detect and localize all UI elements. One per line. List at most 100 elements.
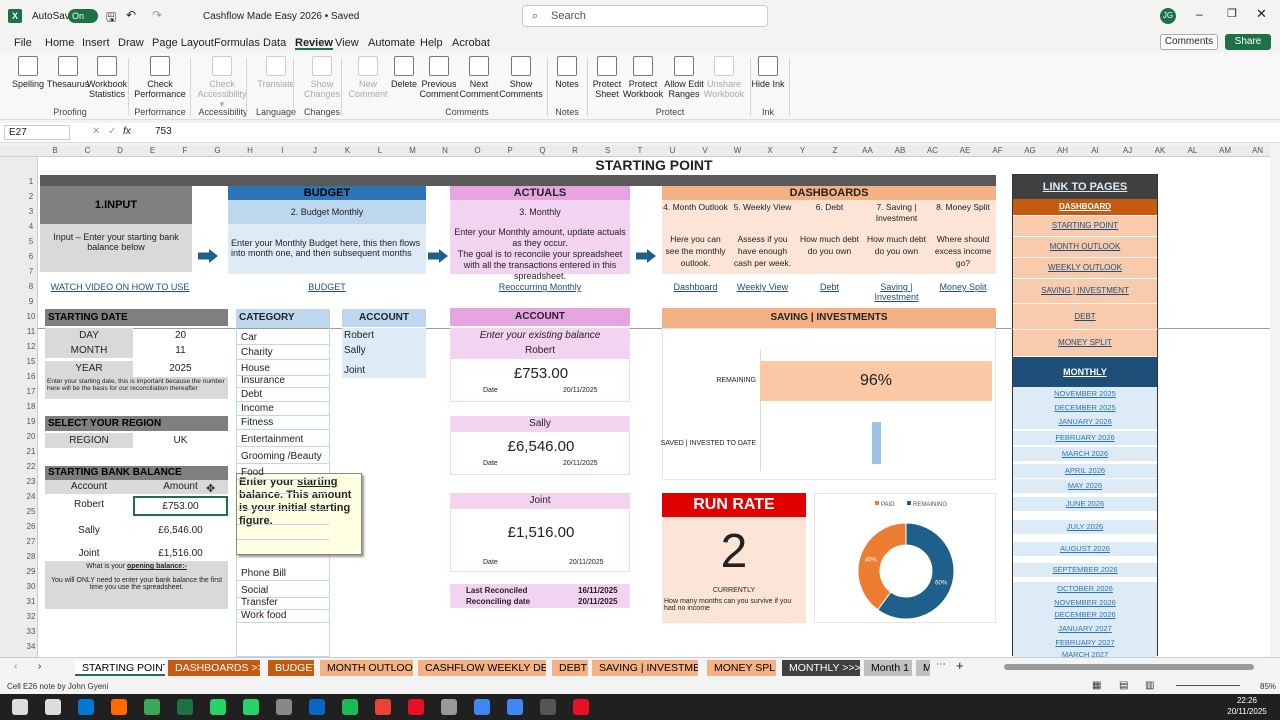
month-link[interactable]: NOVEMBER 2025 [1013, 387, 1157, 401]
tab-month-outlook[interactable]: MONTH OUTLOOK [320, 660, 413, 676]
taskbar-app-icon[interactable] [78, 699, 94, 715]
year-value[interactable]: 2025 [133, 361, 228, 377]
row-header[interactable]: 12 [24, 342, 38, 351]
taskbar-app-icon[interactable] [177, 699, 193, 715]
ribbon-show-comments-button[interactable]: Show Comments [495, 56, 547, 99]
taskbar-app-icon[interactable] [111, 699, 127, 715]
column-header[interactable]: U [658, 146, 688, 155]
day-value[interactable]: 20 [133, 328, 228, 343]
taskbar-app-icon[interactable] [276, 699, 292, 715]
restore-icon[interactable]: ❐ [1227, 7, 1237, 20]
menu-view[interactable]: View [335, 36, 359, 50]
bank-amount[interactable]: £753.00 [133, 496, 228, 516]
row-header[interactable]: 30 [24, 582, 38, 591]
column-header[interactable]: AI [1080, 146, 1110, 155]
month-link[interactable]: MARCH 2027 [1013, 648, 1157, 657]
account-list-item[interactable]: Sally [342, 343, 426, 358]
row-header[interactable]: 11 [24, 327, 38, 336]
column-header[interactable]: Q [528, 146, 558, 155]
row-header[interactable]: 1 [24, 177, 38, 186]
row-header[interactable]: 8 [24, 282, 38, 291]
row-header[interactable]: 33 [24, 627, 38, 636]
tab-money-split[interactable]: MONEY SPLIT [707, 660, 776, 676]
month-link[interactable]: FEBRUARY 2026 [1013, 431, 1157, 445]
dashboard-link[interactable]: Debt [796, 282, 863, 292]
row-header[interactable]: 31 [24, 597, 38, 606]
tab-prev-icon[interactable]: ‹ [14, 661, 17, 672]
document-title[interactable]: Cashflow Made Easy 2026 • Saved [203, 11, 359, 22]
month-value[interactable]: 11 [133, 343, 228, 358]
row-header[interactable]: 23 [24, 477, 38, 486]
category-item[interactable]: Fitness [237, 415, 329, 430]
column-header[interactable]: L [365, 146, 395, 155]
link-saving-investment[interactable]: SAVING | INVESTMENT [1013, 279, 1157, 303]
row-header[interactable]: 18 [24, 402, 38, 411]
row-header[interactable]: 22 [24, 462, 38, 471]
tab-debt[interactable]: DEBT [552, 660, 588, 676]
function-icon[interactable]: fx [123, 126, 131, 137]
category-item[interactable]: Car [237, 330, 329, 345]
row-header[interactable]: 25 [24, 507, 38, 516]
row-header[interactable]: 24 [24, 492, 38, 501]
worksheet[interactable]: STARTING POINT 1.INPUT Input – Enter you… [38, 157, 1270, 657]
column-header[interactable]: X [755, 146, 785, 155]
reoccurring-link[interactable]: Reoccurring Monthly [450, 282, 630, 292]
row-header[interactable]: 19 [24, 417, 38, 426]
column-header[interactable]: C [73, 146, 103, 155]
column-header[interactable]: Y [788, 146, 818, 155]
row-header[interactable]: 3 [24, 207, 38, 216]
ribbon-translate-button[interactable]: Translate [250, 56, 302, 89]
column-header[interactable]: AC [918, 146, 948, 155]
row-header[interactable]: 2 [24, 192, 38, 201]
ribbon-workbook-statistics-button[interactable]: Workbook Statistics [81, 56, 133, 99]
tab-cashflow-weekly-detail[interactable]: CASHFLOW WEEKLY DETAIL [418, 660, 546, 676]
column-header[interactable]: AG [1015, 146, 1045, 155]
link-money-split[interactable]: MONEY SPLIT [1013, 330, 1157, 356]
taskbar-app-icon[interactable] [342, 699, 358, 715]
column-header[interactable]: AB [885, 146, 915, 155]
column-header[interactable]: I [268, 146, 298, 155]
taskbar-app-icon[interactable] [408, 699, 424, 715]
link-dashboard[interactable]: DASHBOARD [1013, 199, 1157, 215]
category-item[interactable]: Grooming /Beauty [237, 449, 329, 464]
column-header[interactable]: AF [983, 146, 1013, 155]
month-link[interactable]: SEPTEMBER 2026 [1013, 563, 1157, 577]
column-header[interactable]: D [105, 146, 135, 155]
zoom-slider[interactable] [1176, 685, 1240, 686]
category-item[interactable] [237, 495, 329, 510]
undo-icon[interactable]: ↶ [126, 8, 136, 22]
row-header[interactable]: 10 [24, 312, 38, 321]
month-link[interactable]: OCTOBER 2026 [1013, 582, 1157, 596]
menu-page-layout[interactable]: Page Layout [152, 36, 214, 50]
row-header[interactable]: 6 [24, 252, 38, 261]
page-layout-icon[interactable]: ▤ [1119, 680, 1128, 691]
row-header[interactable]: 26 [24, 522, 38, 531]
row-header[interactable]: 17 [24, 387, 38, 396]
column-header[interactable]: G [203, 146, 233, 155]
column-header[interactable]: AL [1178, 146, 1208, 155]
category-item[interactable]: Phone Bill [237, 566, 329, 581]
column-header[interactable]: Z [820, 146, 850, 155]
watch-video-link[interactable]: WATCH VIDEO ON HOW TO USE [40, 282, 200, 292]
row-header[interactable]: 27 [24, 537, 38, 546]
bank-amount[interactable]: £6,546.00 [133, 522, 228, 542]
column-header[interactable]: AM [1210, 146, 1240, 155]
taskbar-app-icon[interactable] [441, 699, 457, 715]
column-header[interactable]: P [495, 146, 525, 155]
menu-formulas[interactable]: Formulas [214, 36, 260, 50]
search-input[interactable]: ⌕ Search [522, 5, 768, 27]
tab-starting-point[interactable]: STARTING POINT [75, 660, 165, 676]
category-item[interactable]: Debt [237, 387, 329, 402]
taskbar-app-icon[interactable] [474, 699, 490, 715]
dashboard-link[interactable]: Dashboard [662, 282, 729, 292]
row-header[interactable]: 28 [24, 552, 38, 561]
column-header[interactable]: O [463, 146, 493, 155]
tab-m[interactable]: M [916, 660, 930, 676]
month-link[interactable]: JUNE 2026 [1013, 497, 1157, 511]
autosave-toggle[interactable]: On [68, 9, 98, 23]
category-item[interactable]: Work food [237, 608, 329, 623]
share-button[interactable]: Share [1225, 34, 1271, 50]
month-link[interactable]: JANUARY 2026 [1013, 415, 1157, 429]
tab-next-icon[interactable]: › [38, 661, 41, 672]
menu-home[interactable]: Home [45, 36, 74, 50]
